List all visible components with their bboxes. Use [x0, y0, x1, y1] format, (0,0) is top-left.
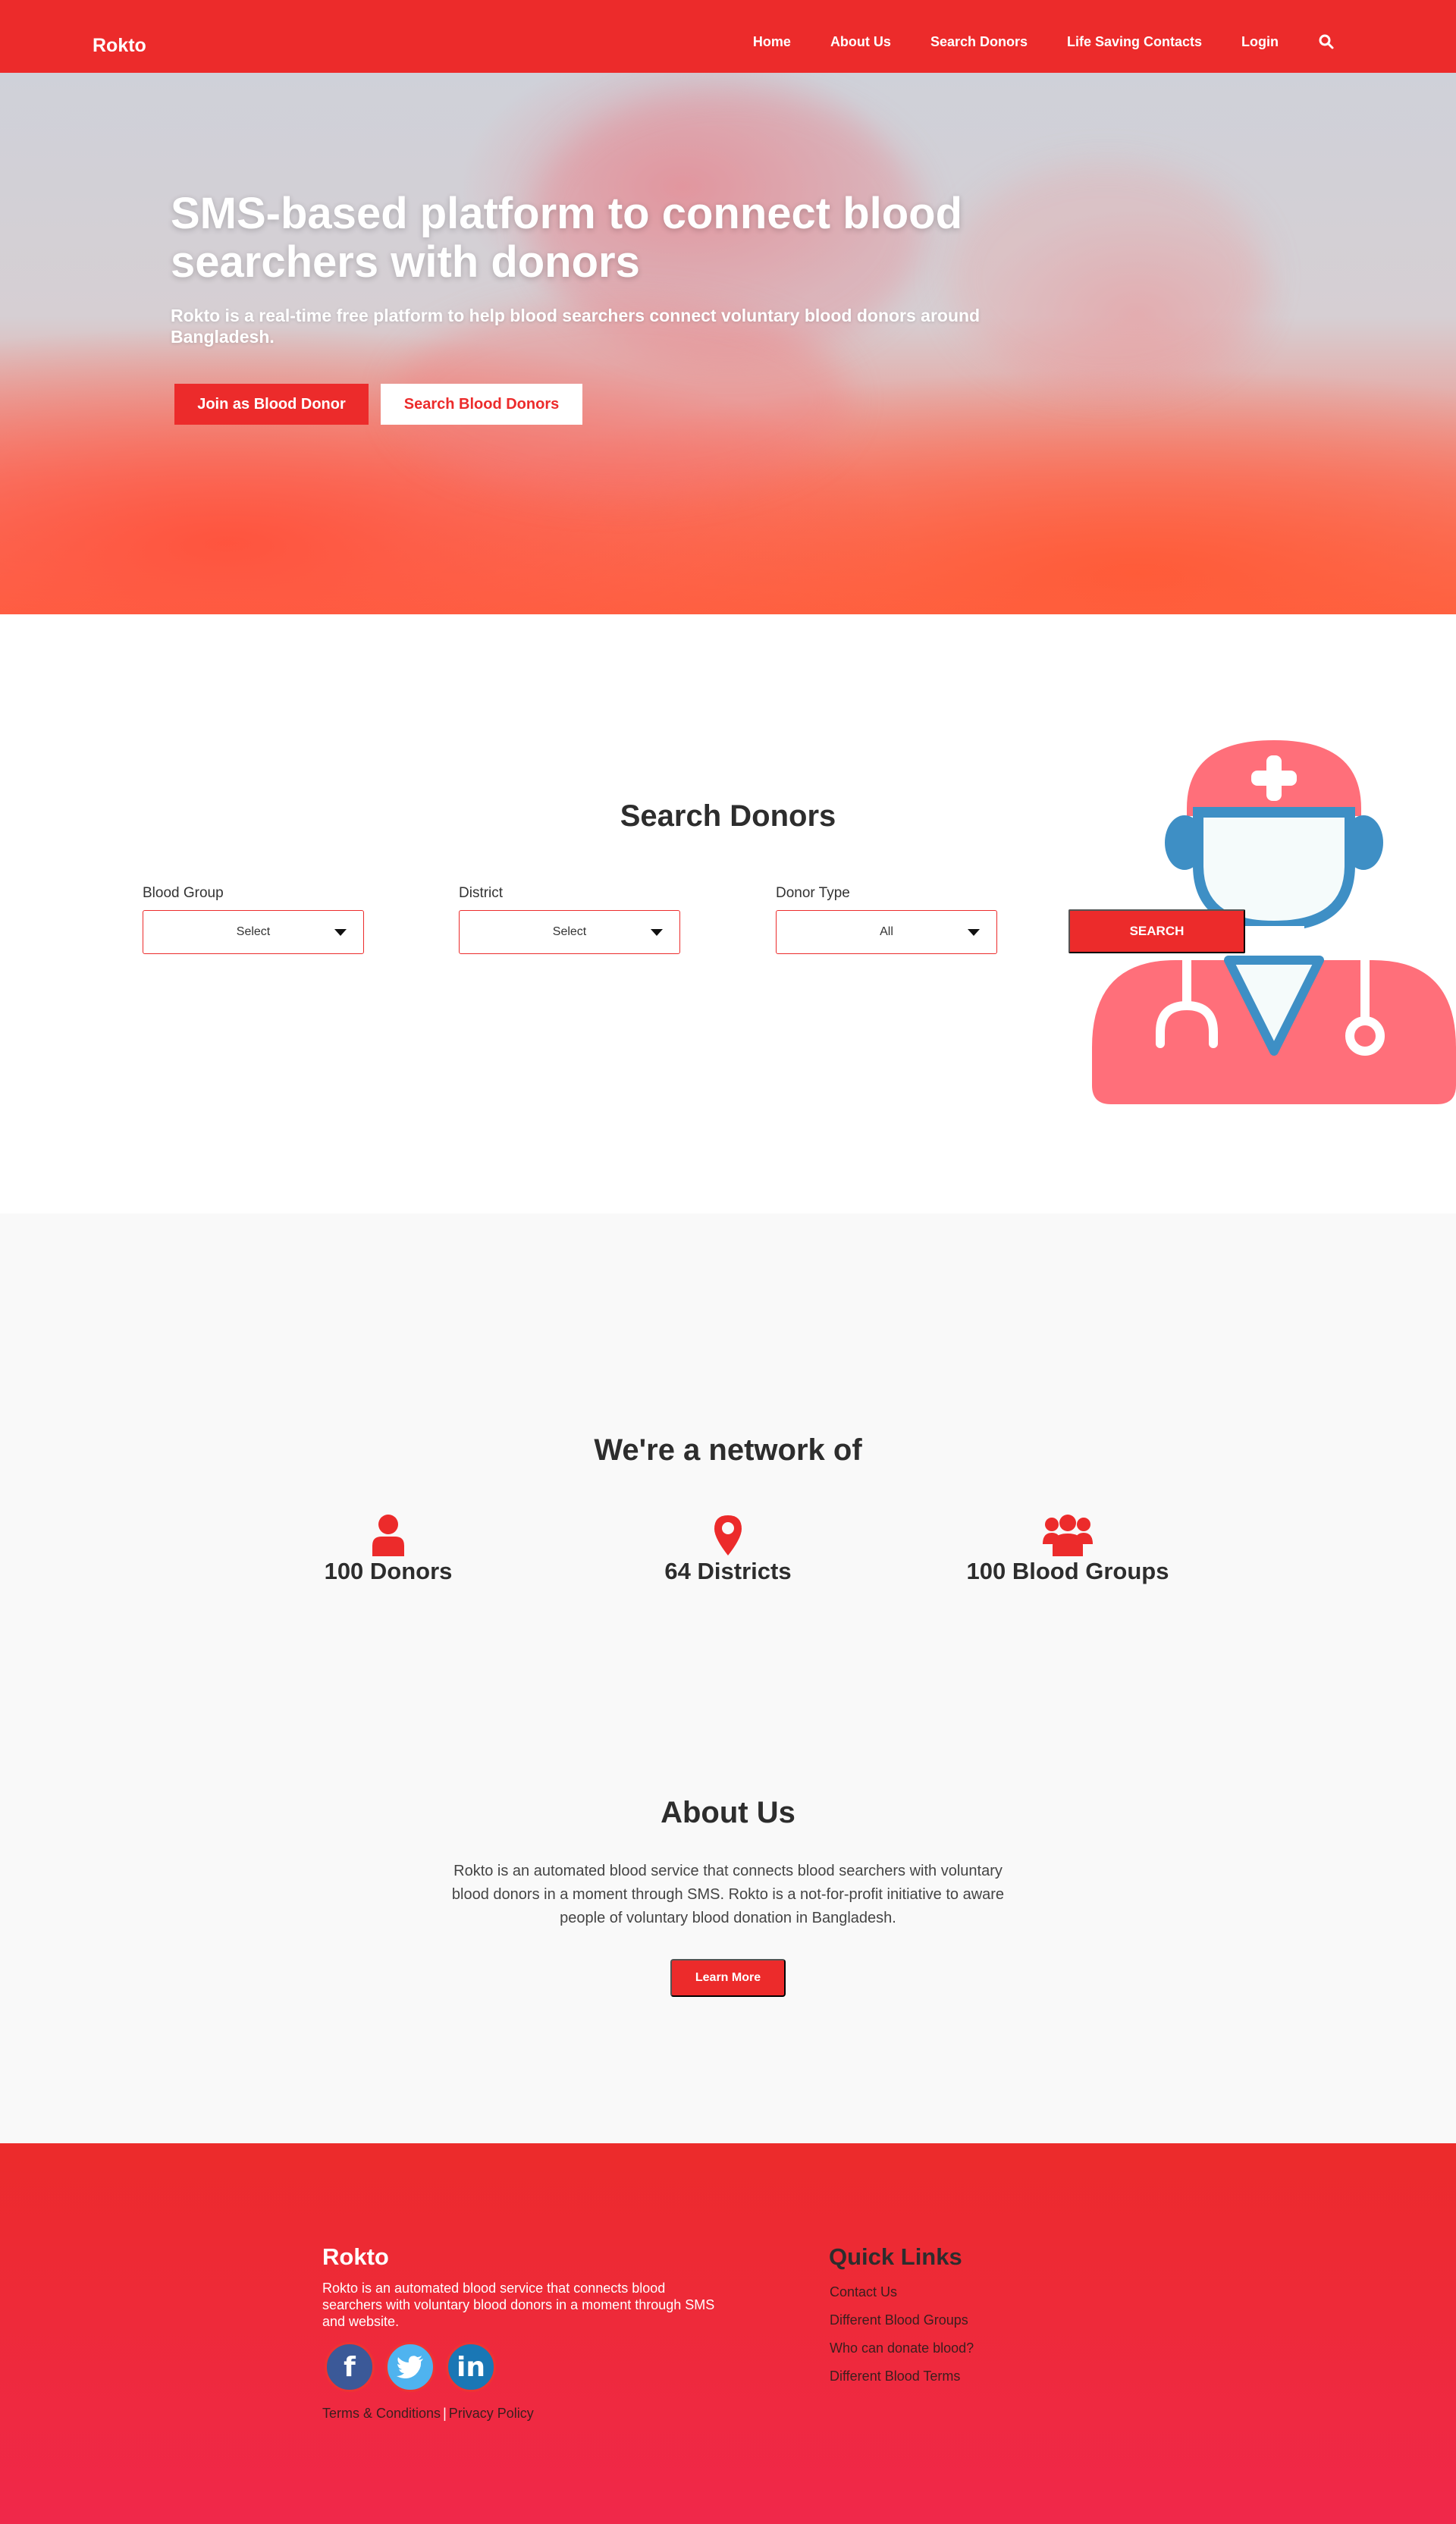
footer-description: Rokto is an automated blood service that…: [322, 2281, 715, 2329]
privacy-policy-link[interactable]: Privacy Policy: [449, 2406, 534, 2421]
main-nav: Home About Us Search Donors Life Saving …: [714, 33, 1335, 50]
donor-type-value: All: [880, 925, 893, 938]
caret-down-icon: [968, 929, 980, 936]
quick-links-list: Contact Us Different Blood Groups Who ca…: [830, 2284, 974, 2397]
brand-logo[interactable]: Rokto: [93, 35, 146, 57]
blood-group-select[interactable]: Select: [143, 910, 364, 954]
hero-subtitle: Rokto is a real-time free platform to he…: [171, 306, 981, 347]
about-us-title: About Us: [661, 1796, 795, 1829]
footer-brand: Rokto: [322, 2243, 389, 2270]
quick-link-contact-us[interactable]: Contact Us: [830, 2284, 974, 2312]
stat-districts-label: 64 Districts: [664, 1558, 792, 1584]
user-icon: [372, 1515, 404, 1556]
about-us-text: Rokto is an automated blood service that…: [451, 1863, 1005, 1926]
navbar: Rokto Home About Us Search Donors Life S…: [0, 0, 1456, 73]
twitter-bird-icon: [397, 2356, 423, 2378]
nav-item-search-donors[interactable]: Search Donors: [930, 34, 1028, 50]
donor-type-label: Donor Type: [776, 885, 850, 901]
district-value: Select: [552, 925, 587, 938]
learn-more-button[interactable]: Learn More: [670, 1959, 786, 1997]
district-select[interactable]: Select: [459, 910, 680, 954]
caret-down-icon: [334, 929, 347, 936]
social-links: f in: [325, 2342, 507, 2392]
search-donors-section: Search Donors Blood Group Select Distric…: [0, 614, 1456, 1213]
twitter-icon[interactable]: [385, 2342, 435, 2392]
stat-blood-groups: 100 Blood Groups: [924, 1514, 1212, 1585]
network-section: We're a network of 100 Donors 64 Distric…: [0, 1213, 1456, 2143]
quick-links-title: Quick Links: [829, 2243, 962, 2270]
network-title: We're a network of: [594, 1433, 862, 1467]
nav-item-life-saving-contacts[interactable]: Life Saving Contacts: [1067, 34, 1202, 50]
map-marker-icon: [714, 1515, 742, 1556]
search-blood-donors-button[interactable]: Search Blood Donors: [381, 384, 582, 425]
hero-banner: SMS-based platform to connect blood sear…: [0, 73, 1456, 614]
caret-down-icon: [651, 929, 663, 936]
nav-item-about-us[interactable]: About Us: [830, 34, 891, 50]
footer: Rokto Rokto is an automated blood servic…: [0, 2143, 1456, 2524]
search-donors-title: Search Donors: [620, 799, 836, 833]
nav-item-home[interactable]: Home: [753, 34, 791, 50]
donor-type-select[interactable]: All: [776, 910, 997, 954]
quick-link-who-can-donate[interactable]: Who can donate blood?: [830, 2340, 974, 2369]
stat-districts: 64 Districts: [584, 1514, 872, 1585]
search-icon[interactable]: [1318, 33, 1335, 50]
blood-group-value: Select: [236, 925, 271, 938]
facebook-icon[interactable]: f: [325, 2342, 375, 2392]
nav-item-login[interactable]: Login: [1241, 34, 1279, 50]
footer-legal-links: Terms & Conditions | Privacy Policy: [322, 2406, 534, 2422]
district-label: District: [459, 885, 504, 901]
hero-title: SMS-based platform to connect blood sear…: [171, 189, 963, 287]
stat-donors: 100 Donors: [244, 1514, 532, 1585]
blood-group-label: Blood Group: [143, 885, 224, 901]
join-as-blood-donor-button[interactable]: Join as Blood Donor: [174, 384, 369, 425]
search-button[interactable]: SEARCH: [1068, 909, 1245, 953]
quick-link-different-blood-groups[interactable]: Different Blood Groups: [830, 2312, 974, 2340]
footer-separator: |: [443, 2406, 447, 2421]
stat-donors-label: 100 Donors: [324, 1558, 453, 1584]
quick-link-different-blood-terms[interactable]: Different Blood Terms: [830, 2369, 974, 2397]
terms-conditions-link[interactable]: Terms & Conditions: [322, 2406, 441, 2421]
users-icon: [1043, 1515, 1093, 1556]
linkedin-icon[interactable]: in: [446, 2342, 496, 2392]
stat-blood-groups-label: 100 Blood Groups: [966, 1558, 1169, 1584]
